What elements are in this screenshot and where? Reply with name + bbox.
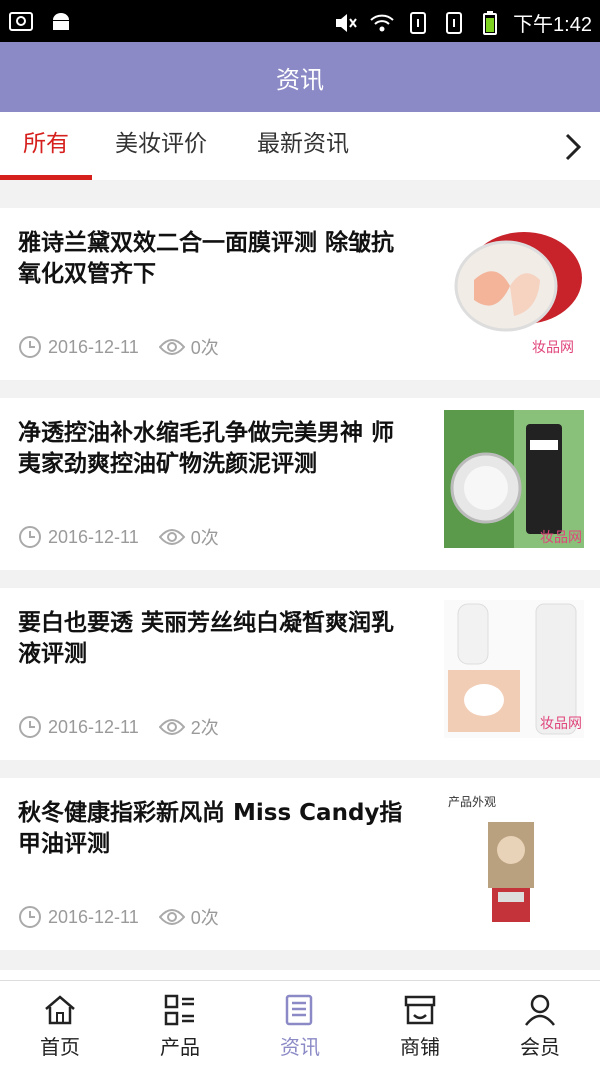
list-item[interactable]: 秋冬健康指彩新风尚 Miss Candy指甲油评测 2016-12-11 0次 … bbox=[0, 778, 600, 950]
list-item[interactable]: 要白也要透 芙丽芳丝纯白凝皙爽润乳液评测 2016-12-11 2次 妆品网 bbox=[0, 588, 600, 760]
eye-icon bbox=[158, 909, 185, 925]
article-date: 2016-12-11 bbox=[48, 716, 139, 737]
category-tabs: 所有 美妆评价 最新资讯 bbox=[0, 112, 600, 180]
view-count: 2次 bbox=[190, 718, 219, 738]
sim-card-icon bbox=[446, 11, 463, 34]
wifi-icon bbox=[370, 14, 394, 31]
clock-icon bbox=[19, 526, 41, 548]
user-icon bbox=[525, 994, 555, 1026]
lotion-bottle-image: 妆品网 bbox=[444, 600, 584, 738]
grid-list-icon bbox=[164, 994, 194, 1026]
article-meta: 2016-12-11 0次 bbox=[18, 334, 219, 360]
shop-icon bbox=[404, 995, 436, 1025]
cleanser-tube-image: 妆品网 bbox=[444, 410, 584, 548]
article-title: 秋冬健康指彩新风尚 Miss Candy指甲油评测 bbox=[18, 800, 403, 857]
article-title: 雅诗兰黛双效二合一面膜评测 除皱抗氧化双管齐下 bbox=[18, 230, 395, 287]
nav-label: 首页 bbox=[40, 1035, 80, 1059]
eye-icon bbox=[158, 719, 185, 735]
eye-icon bbox=[158, 529, 185, 545]
nav-label: 商铺 bbox=[400, 1035, 440, 1059]
svg-text:妆品网: 妆品网 bbox=[532, 340, 574, 356]
sim-card-icon bbox=[410, 11, 427, 34]
list-item[interactable]: 净透控油补水缩毛孔争做完美男神 师夷家劲爽控油矿物洗颜泥评测 2016-12-1… bbox=[0, 398, 600, 570]
article-title: 要白也要透 芙丽芳丝纯白凝皙爽润乳液评测 bbox=[18, 610, 395, 667]
status-bar: 下午1:42 bbox=[0, 0, 600, 42]
cream-jar-image: 妆品网 bbox=[444, 220, 584, 358]
svg-text:妆品网: 妆品网 bbox=[540, 716, 582, 732]
nav-home[interactable]: 首页 bbox=[0, 981, 120, 1067]
view-count: 0次 bbox=[190, 528, 219, 548]
android-icon bbox=[53, 13, 69, 30]
article-date: 2016-12-11 bbox=[48, 906, 139, 927]
article-date: 2016-12-11 bbox=[48, 526, 139, 547]
tab-latest-news[interactable]: 最新资讯 bbox=[236, 112, 370, 180]
home-icon bbox=[45, 995, 75, 1025]
news-icon bbox=[285, 994, 313, 1026]
clock-icon bbox=[19, 906, 41, 928]
nav-member[interactable]: 会员 bbox=[480, 981, 600, 1067]
article-list: 雅诗兰黛双效二合一面膜评测 除皱抗氧化双管齐下 2016-12-11 0次 妆品… bbox=[0, 208, 600, 968]
bottom-nav: 首页 产品 资讯 商铺 会员 bbox=[0, 980, 600, 1067]
tab-all[interactable]: 所有 bbox=[0, 112, 92, 180]
article-meta: 2016-12-11 0次 bbox=[18, 904, 219, 930]
nav-shops[interactable]: 商铺 bbox=[360, 981, 480, 1067]
nav-label: 资讯 bbox=[280, 1035, 320, 1059]
tab-beauty-review[interactable]: 美妆评价 bbox=[92, 112, 230, 180]
mute-icon bbox=[336, 13, 357, 32]
eye-icon bbox=[158, 339, 185, 355]
clock-icon bbox=[19, 336, 41, 358]
nav-products[interactable]: 产品 bbox=[120, 981, 240, 1067]
page-title: 资讯 bbox=[0, 42, 600, 112]
nail-polish-image: 产品外观 bbox=[444, 790, 584, 928]
screenshot-icon bbox=[9, 12, 33, 31]
view-count: 0次 bbox=[190, 908, 219, 928]
svg-text:产品外观: 产品外观 bbox=[448, 795, 496, 809]
article-meta: 2016-12-11 2次 bbox=[18, 714, 219, 740]
nav-label: 会员 bbox=[520, 1035, 560, 1059]
chevron-right-icon[interactable] bbox=[560, 132, 586, 162]
battery-icon bbox=[483, 10, 498, 35]
article-meta: 2016-12-11 0次 bbox=[18, 524, 219, 550]
article-title: 净透控油补水缩毛孔争做完美男神 师夷家劲爽控油矿物洗颜泥评测 bbox=[18, 420, 395, 477]
clock-time: 下午1:42 bbox=[513, 14, 592, 36]
list-item[interactable]: 雅诗兰黛双效二合一面膜评测 除皱抗氧化双管齐下 2016-12-11 0次 妆品… bbox=[0, 208, 600, 380]
article-date: 2016-12-11 bbox=[48, 336, 139, 357]
clock-icon bbox=[19, 716, 41, 738]
svg-text:妆品网: 妆品网 bbox=[540, 530, 582, 546]
nav-news[interactable]: 资讯 bbox=[240, 981, 360, 1067]
nav-label: 产品 bbox=[160, 1035, 200, 1059]
view-count: 0次 bbox=[190, 338, 219, 358]
